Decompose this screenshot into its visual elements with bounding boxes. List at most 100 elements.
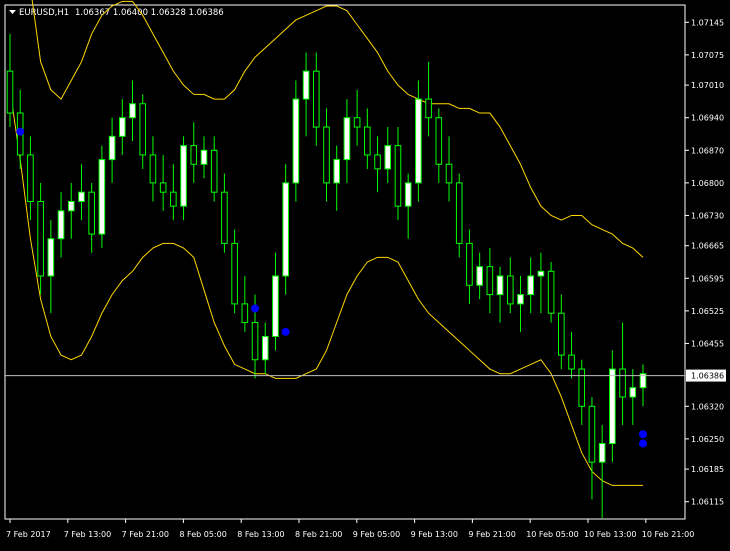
y-tick-label: 1.06730 [691, 211, 724, 220]
x-tick-label: 10 Feb 21:00 [642, 530, 694, 539]
bear-candle [588, 405, 596, 463]
y-tick-label: 1.07075 [691, 51, 724, 60]
bear-candle [88, 191, 95, 235]
bear-candle [394, 145, 402, 207]
bear-candle [190, 145, 198, 165]
bull-candle [609, 368, 616, 445]
bull-candle [272, 275, 279, 337]
bear-candle [558, 312, 565, 356]
y-tick-label: 1.06595 [691, 274, 724, 283]
bull-candle [57, 210, 65, 240]
signal-dot [639, 430, 647, 439]
x-tick-label: 8 Feb 05:00 [179, 530, 226, 539]
bear-candle [445, 163, 453, 184]
x-tick-label: 8 Feb 13:00 [237, 530, 284, 539]
x-tick-label: 9 Feb 05:00 [353, 530, 400, 539]
y-tick-label: 1.06185 [691, 465, 724, 474]
current-price-label: 1.06386 [691, 372, 724, 381]
bear-candle [578, 368, 586, 407]
bear-candle [506, 275, 514, 305]
bear-candle [435, 117, 443, 165]
bear-candle [312, 70, 320, 128]
y-tick-label: 1.06525 [691, 307, 724, 316]
x-tick-label: 9 Feb 13:00 [411, 530, 458, 539]
y-tick-label: 1.06455 [691, 339, 724, 348]
x-tick-label: 8 Feb 21:00 [295, 530, 342, 539]
y-tick-label: 1.06800 [691, 179, 724, 188]
bear-candle [374, 154, 381, 170]
bull-candle [384, 145, 392, 170]
bear-candle [221, 191, 228, 244]
bull-candle [47, 238, 55, 277]
bear-candle [425, 98, 432, 119]
x-tick-label: 10 Feb 13:00 [584, 530, 636, 539]
bear-candle [139, 103, 147, 156]
bull-candle [108, 135, 116, 161]
y-tick-label: 1.06870 [691, 146, 724, 155]
bull-candle [129, 103, 136, 119]
bull-candle [78, 191, 85, 202]
symbol-label: EURUSD,H1 [19, 8, 69, 18]
bear-candle [27, 154, 34, 202]
bear-candle [210, 149, 218, 193]
y-tick-label: 1.06665 [691, 242, 724, 251]
bear-candle [241, 303, 249, 324]
y-tick-label: 1.07145 [691, 18, 724, 27]
signal-dot [251, 304, 260, 313]
bull-candle [415, 98, 422, 184]
bear-candle [364, 126, 371, 156]
bull-candle [200, 149, 208, 165]
bull-candle [629, 387, 637, 398]
signal-dot [281, 327, 290, 336]
y-tick-label: 1.06940 [691, 114, 724, 123]
x-tick-label: 10 Feb 05:00 [526, 530, 578, 539]
bull-candle [261, 335, 269, 361]
bull-candle [292, 98, 300, 184]
signal-dot [16, 127, 25, 136]
bull-candle [67, 200, 75, 212]
ohlc-readout: 1.06367 1.06400 1.06328 1.06386 [75, 8, 224, 18]
bear-candle [353, 117, 361, 128]
y-tick-label: 1.06115 [691, 498, 724, 507]
x-tick-label: 9 Feb 21:00 [468, 530, 515, 539]
bear-candle [231, 242, 238, 305]
price-chart[interactable]: EURUSD,H1 1.06367 1.06400 1.06328 1.0638… [0, 0, 730, 547]
bear-candle [455, 182, 463, 244]
bull-candle [180, 145, 187, 207]
y-tick-label: 1.06320 [691, 402, 724, 411]
bull-candle [496, 275, 504, 296]
bear-candle [466, 242, 473, 286]
bull-candle [282, 182, 289, 277]
bull-candle [404, 182, 412, 207]
y-tick-label: 1.06250 [691, 435, 724, 444]
chart-background [0, 0, 730, 547]
bear-candle [6, 70, 14, 114]
bull-candle [302, 70, 310, 100]
bear-candle [170, 191, 177, 207]
chart-container[interactable]: EURUSD,H1 1.06367 1.06400 1.06328 1.0638… [0, 0, 730, 547]
bear-candle [159, 182, 167, 193]
x-tick-label: 7 Feb 2017 [6, 530, 51, 539]
bear-candle [149, 154, 157, 184]
bull-candle [537, 270, 545, 277]
y-tick-label: 1.07010 [691, 81, 724, 90]
bull-candle [98, 159, 106, 235]
bear-candle [486, 266, 494, 296]
bull-candle [476, 266, 483, 286]
bear-candle [323, 126, 330, 184]
bear-candle [547, 270, 555, 314]
chart-header: EURUSD,H1 1.06367 1.06400 1.06328 1.0638… [9, 8, 224, 18]
bear-candle [37, 200, 44, 277]
bear-candle [251, 322, 259, 361]
x-tick-label: 7 Feb 13:00 [64, 530, 111, 539]
x-tick-label: 7 Feb 21:00 [122, 530, 169, 539]
bull-candle [118, 117, 126, 137]
bear-candle [619, 368, 626, 398]
bull-candle [333, 159, 341, 184]
signal-dot [639, 439, 647, 448]
bear-candle [568, 354, 575, 370]
bull-candle [517, 294, 524, 305]
bull-candle [598, 443, 606, 463]
bull-candle [343, 117, 351, 161]
bull-candle [527, 275, 535, 296]
